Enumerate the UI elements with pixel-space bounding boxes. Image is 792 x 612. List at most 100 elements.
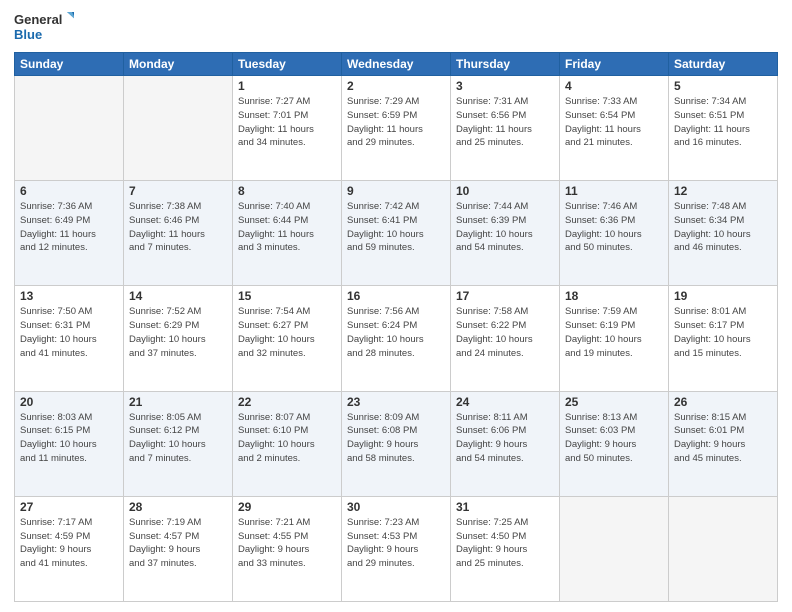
day-info: Sunrise: 7:29 AMSunset: 6:59 PMDaylight:… (347, 95, 445, 150)
day-info: Sunrise: 8:09 AMSunset: 6:08 PMDaylight:… (347, 411, 445, 466)
calendar-cell: 18 Sunrise: 7:59 AMSunset: 6:19 PMDayligh… (560, 286, 669, 391)
day-info: Sunrise: 7:42 AMSunset: 6:41 PMDaylight:… (347, 200, 445, 255)
day-info: Sunrise: 7:56 AMSunset: 6:24 PMDaylight:… (347, 305, 445, 360)
calendar-cell (560, 496, 669, 601)
calendar-cell: 19 Sunrise: 8:01 AMSunset: 6:17 PMDayligh… (669, 286, 778, 391)
day-info: Sunrise: 8:11 AMSunset: 6:06 PMDaylight:… (456, 411, 554, 466)
day-info: Sunrise: 8:05 AMSunset: 6:12 PMDaylight:… (129, 411, 227, 466)
calendar-cell: 3Sunrise: 7:31 AMSunset: 6:56 PMDaylight… (451, 76, 560, 181)
calendar-cell: 15Sunrise: 7:54 AMSunset: 6:27 PMDayligh… (233, 286, 342, 391)
col-header-friday: Friday (560, 53, 669, 76)
day-info: Sunrise: 8:13 AMSunset: 6:03 PMDaylight:… (565, 411, 663, 466)
day-number: 29 (238, 500, 336, 514)
day-info: Sunrise: 8:15 AMSunset: 6:01 PMDaylight:… (674, 411, 772, 466)
calendar-cell: 22 Sunrise: 8:07 AMSunset: 6:10 PMDayligh… (233, 391, 342, 496)
day-number: 31 (456, 500, 554, 514)
day-info: Sunrise: 7:38 AMSunset: 6:46 PMDaylight:… (129, 200, 227, 255)
calendar-cell: 13 Sunrise: 7:50 AMSunset: 6:31 PMDayligh… (15, 286, 124, 391)
calendar-cell: 17Sunrise: 7:58 AMSunset: 6:22 PMDayligh… (451, 286, 560, 391)
day-info: Sunrise: 8:01 AMSunset: 6:17 PMDaylight:… (674, 305, 772, 360)
day-number: 15 (238, 289, 336, 303)
calendar-cell: 10Sunrise: 7:44 AMSunset: 6:39 PMDayligh… (451, 181, 560, 286)
day-number: 8 (238, 184, 336, 198)
day-info: Sunrise: 7:50 AMSunset: 6:31 PMDaylight:… (20, 305, 118, 360)
day-info: Sunrise: 7:34 AMSunset: 6:51 PMDaylight:… (674, 95, 772, 150)
day-info: Sunrise: 7:25 AMSunset: 4:50 PMDaylight:… (456, 516, 554, 571)
day-number: 12 (674, 184, 772, 198)
calendar-cell: 23 Sunrise: 8:09 AMSunset: 6:08 PMDayligh… (342, 391, 451, 496)
calendar-cell: 26 Sunrise: 8:15 AMSunset: 6:01 PMDayligh… (669, 391, 778, 496)
day-info: Sunrise: 7:19 AMSunset: 4:57 PMDaylight:… (129, 516, 227, 571)
calendar-cell: 2 Sunrise: 7:29 AMSunset: 6:59 PMDaylight… (342, 76, 451, 181)
day-info: Sunrise: 7:59 AMSunset: 6:19 PMDaylight:… (565, 305, 663, 360)
col-header-wednesday: Wednesday (342, 53, 451, 76)
calendar-cell: 29 Sunrise: 7:21 AMSunset: 4:55 PMDayligh… (233, 496, 342, 601)
calendar-cell: 30 Sunrise: 7:23 AMSunset: 4:53 PMDayligh… (342, 496, 451, 601)
day-info: Sunrise: 7:46 AMSunset: 6:36 PMDaylight:… (565, 200, 663, 255)
calendar-cell: 9 Sunrise: 7:42 AMSunset: 6:41 PMDaylight… (342, 181, 451, 286)
svg-text:Blue: Blue (14, 27, 42, 42)
day-number: 14 (129, 289, 227, 303)
day-number: 16 (347, 289, 445, 303)
calendar-cell: 28 Sunrise: 7:19 AMSunset: 4:57 PMDayligh… (124, 496, 233, 601)
day-number: 6 (20, 184, 118, 198)
day-info: Sunrise: 7:27 AMSunset: 7:01 PMDaylight:… (238, 95, 336, 150)
week-row-5: 27 Sunrise: 7:17 AMSunset: 4:59 PMDayligh… (15, 496, 778, 601)
calendar-cell: 25 Sunrise: 8:13 AMSunset: 6:03 PMDayligh… (560, 391, 669, 496)
calendar-cell: 7 Sunrise: 7:38 AMSunset: 6:46 PMDaylight… (124, 181, 233, 286)
day-number: 19 (674, 289, 772, 303)
header: General Blue (14, 10, 778, 46)
day-info: Sunrise: 7:52 AMSunset: 6:29 PMDaylight:… (129, 305, 227, 360)
day-info: Sunrise: 7:21 AMSunset: 4:55 PMDaylight:… (238, 516, 336, 571)
day-info: Sunrise: 8:03 AMSunset: 6:15 PMDaylight:… (20, 411, 118, 466)
calendar-cell: 27 Sunrise: 7:17 AMSunset: 4:59 PMDayligh… (15, 496, 124, 601)
day-number: 23 (347, 395, 445, 409)
calendar-cell: 6 Sunrise: 7:36 AMSunset: 6:49 PMDaylight… (15, 181, 124, 286)
day-info: Sunrise: 7:17 AMSunset: 4:59 PMDaylight:… (20, 516, 118, 571)
day-number: 22 (238, 395, 336, 409)
day-number: 7 (129, 184, 227, 198)
day-info: Sunrise: 7:33 AMSunset: 6:54 PMDaylight:… (565, 95, 663, 150)
calendar-cell: 21 Sunrise: 8:05 AMSunset: 6:12 PMDayligh… (124, 391, 233, 496)
day-number: 18 (565, 289, 663, 303)
calendar-cell (15, 76, 124, 181)
calendar-cell: 24 Sunrise: 8:11 AMSunset: 6:06 PMDayligh… (451, 391, 560, 496)
day-info: Sunrise: 8:07 AMSunset: 6:10 PMDaylight:… (238, 411, 336, 466)
day-number: 24 (456, 395, 554, 409)
col-header-tuesday: Tuesday (233, 53, 342, 76)
day-number: 1 (238, 79, 336, 93)
day-number: 28 (129, 500, 227, 514)
day-number: 25 (565, 395, 663, 409)
page: General Blue SundayMondayTuesdayWednesda… (0, 0, 792, 612)
calendar-header-row: SundayMondayTuesdayWednesdayThursdayFrid… (15, 53, 778, 76)
day-number: 30 (347, 500, 445, 514)
col-header-monday: Monday (124, 53, 233, 76)
day-number: 13 (20, 289, 118, 303)
day-number: 2 (347, 79, 445, 93)
day-number: 11 (565, 184, 663, 198)
day-number: 4 (565, 79, 663, 93)
day-info: Sunrise: 7:23 AMSunset: 4:53 PMDaylight:… (347, 516, 445, 571)
day-number: 26 (674, 395, 772, 409)
week-row-1: 1 Sunrise: 7:27 AMSunset: 7:01 PMDaylight… (15, 76, 778, 181)
day-info: Sunrise: 7:36 AMSunset: 6:49 PMDaylight:… (20, 200, 118, 255)
day-number: 21 (129, 395, 227, 409)
calendar-cell (124, 76, 233, 181)
day-info: Sunrise: 7:31 AMSunset: 6:56 PMDaylight:… (456, 95, 554, 150)
svg-text:General: General (14, 12, 62, 27)
day-info: Sunrise: 7:58 AMSunset: 6:22 PMDaylight:… (456, 305, 554, 360)
day-info: Sunrise: 7:44 AMSunset: 6:39 PMDaylight:… (456, 200, 554, 255)
col-header-sunday: Sunday (15, 53, 124, 76)
week-row-2: 6 Sunrise: 7:36 AMSunset: 6:49 PMDaylight… (15, 181, 778, 286)
day-number: 27 (20, 500, 118, 514)
week-row-3: 13 Sunrise: 7:50 AMSunset: 6:31 PMDayligh… (15, 286, 778, 391)
calendar-cell: 16 Sunrise: 7:56 AMSunset: 6:24 PMDayligh… (342, 286, 451, 391)
col-header-saturday: Saturday (669, 53, 778, 76)
day-number: 9 (347, 184, 445, 198)
calendar-cell: 1 Sunrise: 7:27 AMSunset: 7:01 PMDaylight… (233, 76, 342, 181)
calendar-cell: 5 Sunrise: 7:34 AMSunset: 6:51 PMDaylight… (669, 76, 778, 181)
calendar-cell: 4 Sunrise: 7:33 AMSunset: 6:54 PMDaylight… (560, 76, 669, 181)
day-number: 5 (674, 79, 772, 93)
col-header-thursday: Thursday (451, 53, 560, 76)
week-row-4: 20Sunrise: 8:03 AMSunset: 6:15 PMDayligh… (15, 391, 778, 496)
